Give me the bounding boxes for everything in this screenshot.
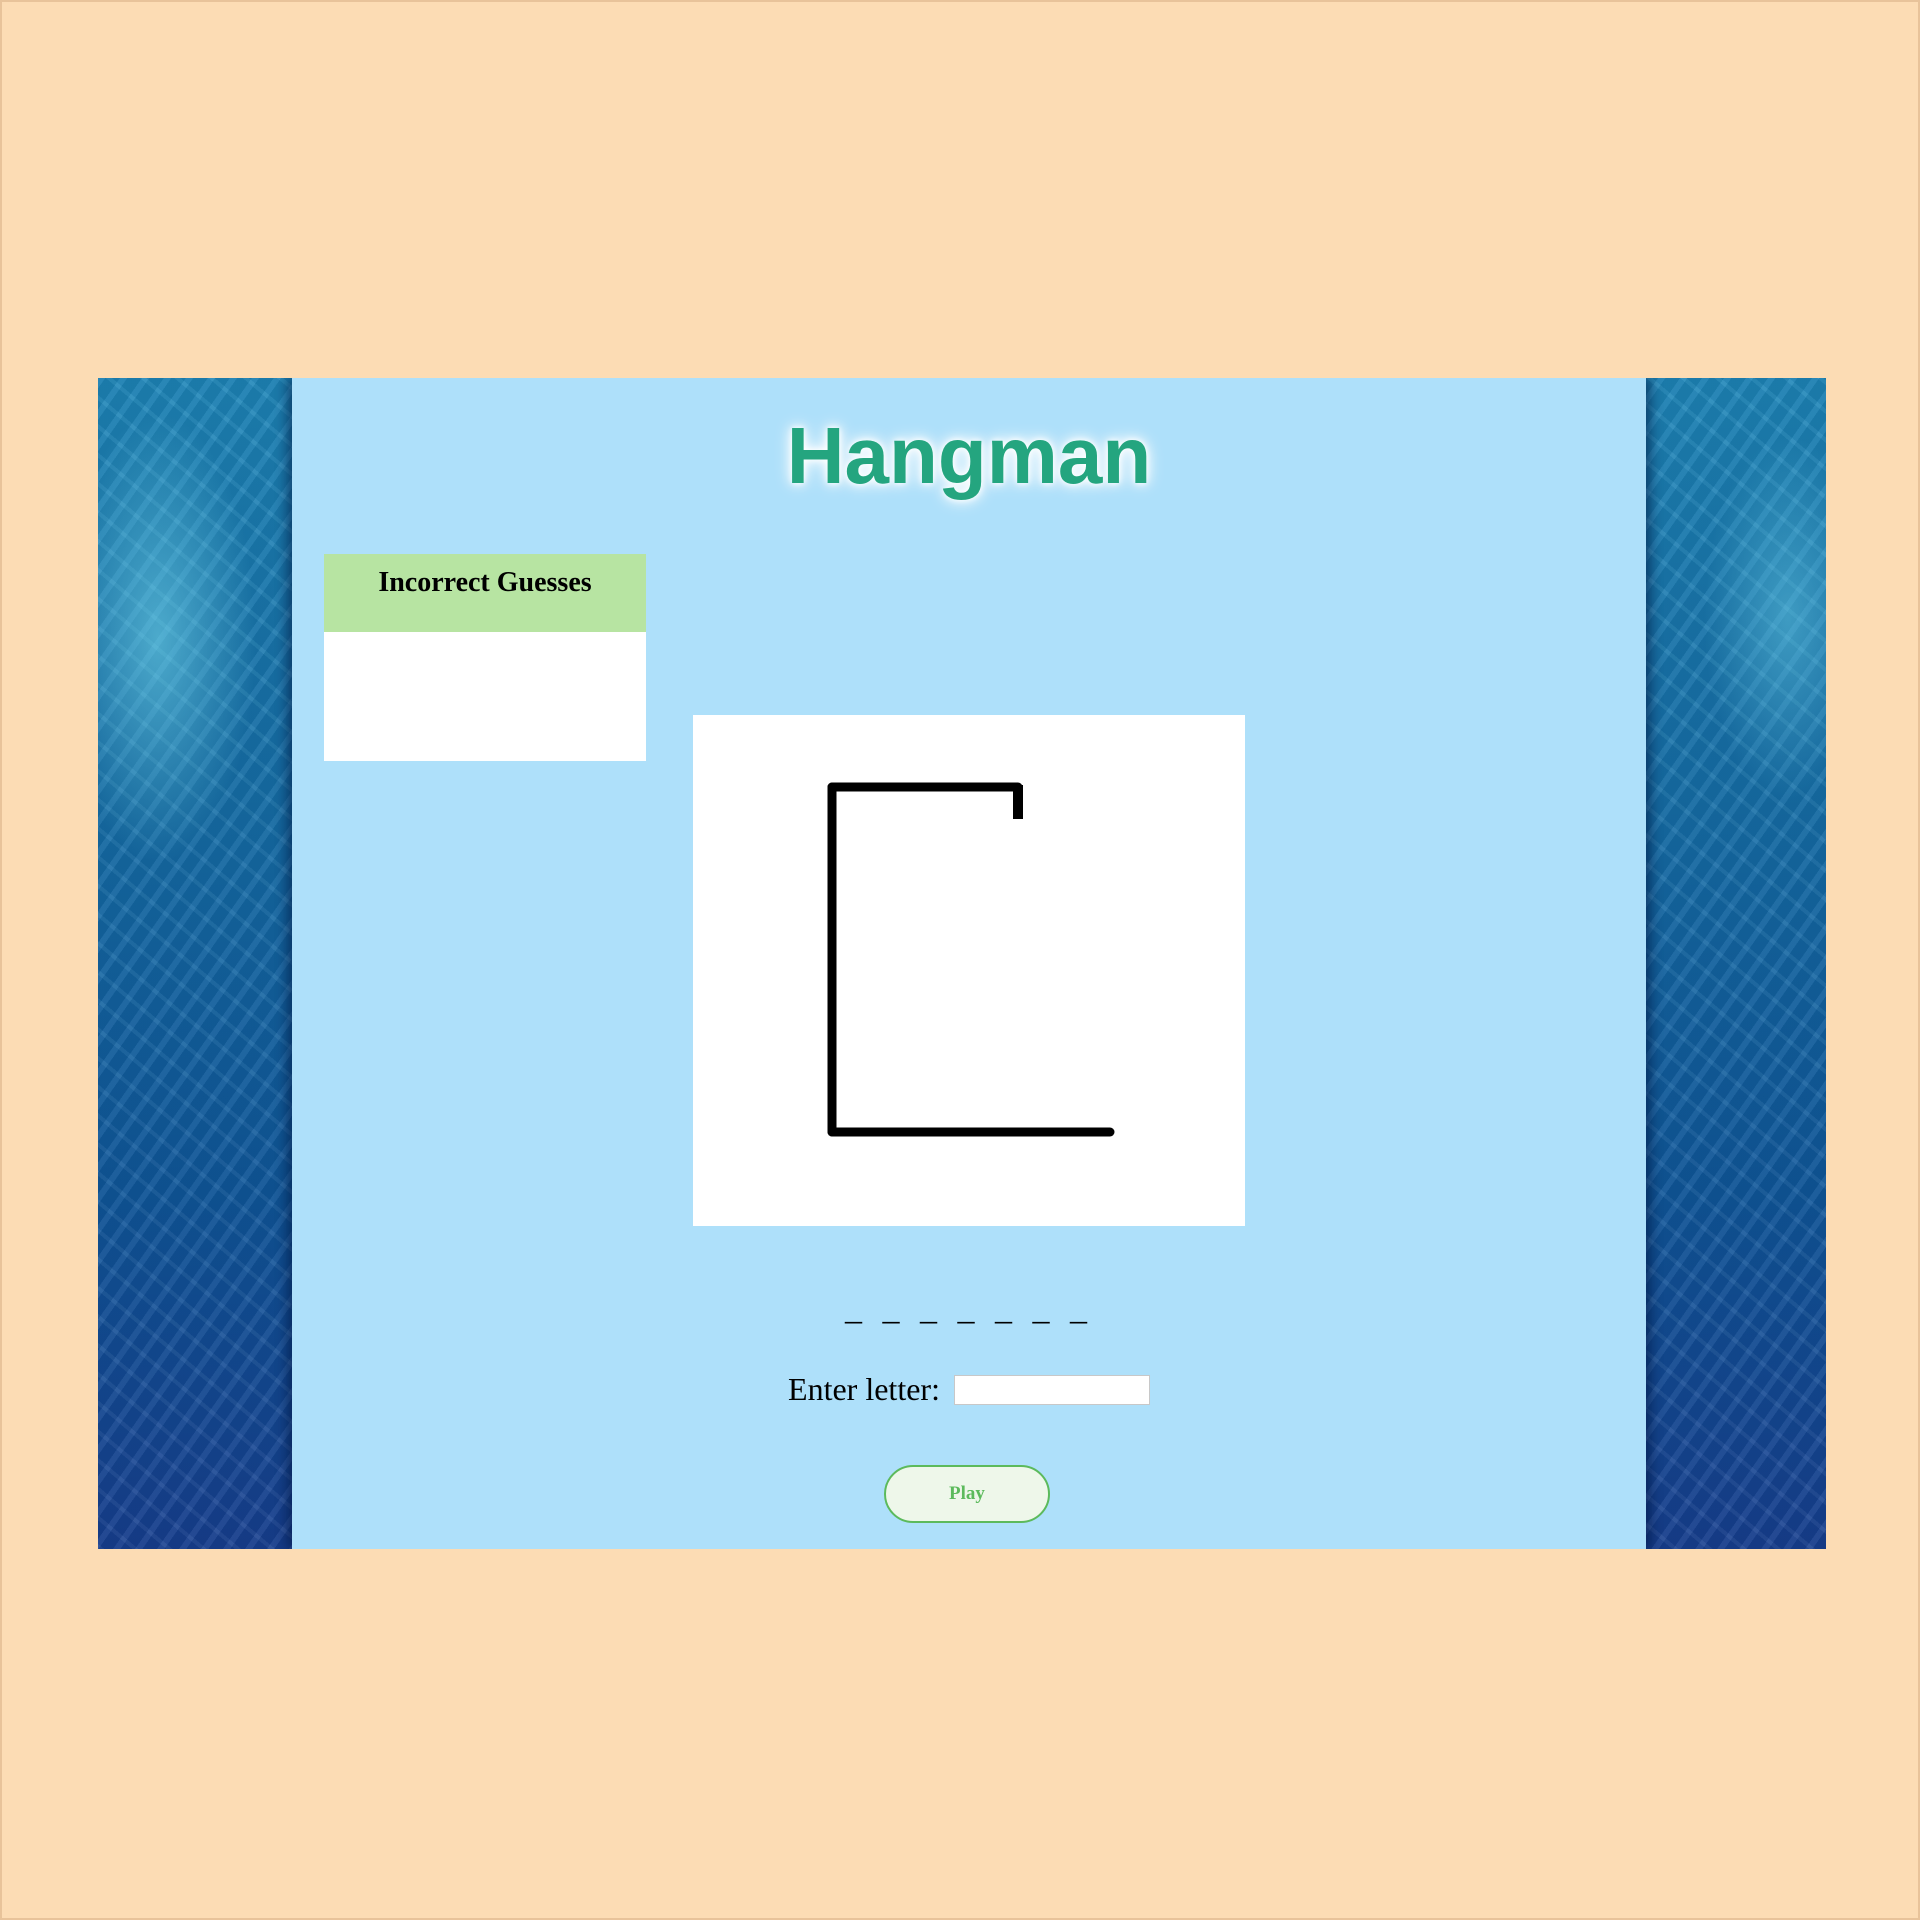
play-button[interactable]: Play xyxy=(884,1465,1050,1523)
incorrect-guesses-header: Incorrect Guesses xyxy=(324,554,646,632)
content-panel: Hangman Incorrect Guesses _ _ _ _ _ _ _ … xyxy=(292,378,1646,1549)
hangman-canvas xyxy=(693,715,1245,1226)
letter-entry-row: Enter letter: xyxy=(292,1368,1646,1408)
page-title: Hangman xyxy=(786,411,1152,500)
word-blanks: _ _ _ _ _ _ _ xyxy=(845,1290,1093,1327)
gallows-drawing xyxy=(827,782,1115,1137)
incorrect-guesses-list xyxy=(324,632,646,761)
game-window: Hangman Incorrect Guesses _ _ _ _ _ _ _ … xyxy=(98,378,1826,1549)
incorrect-guesses-panel: Incorrect Guesses xyxy=(324,554,646,761)
letter-input-label: Enter letter: xyxy=(788,1371,940,1408)
letter-input[interactable] xyxy=(953,1374,1150,1405)
